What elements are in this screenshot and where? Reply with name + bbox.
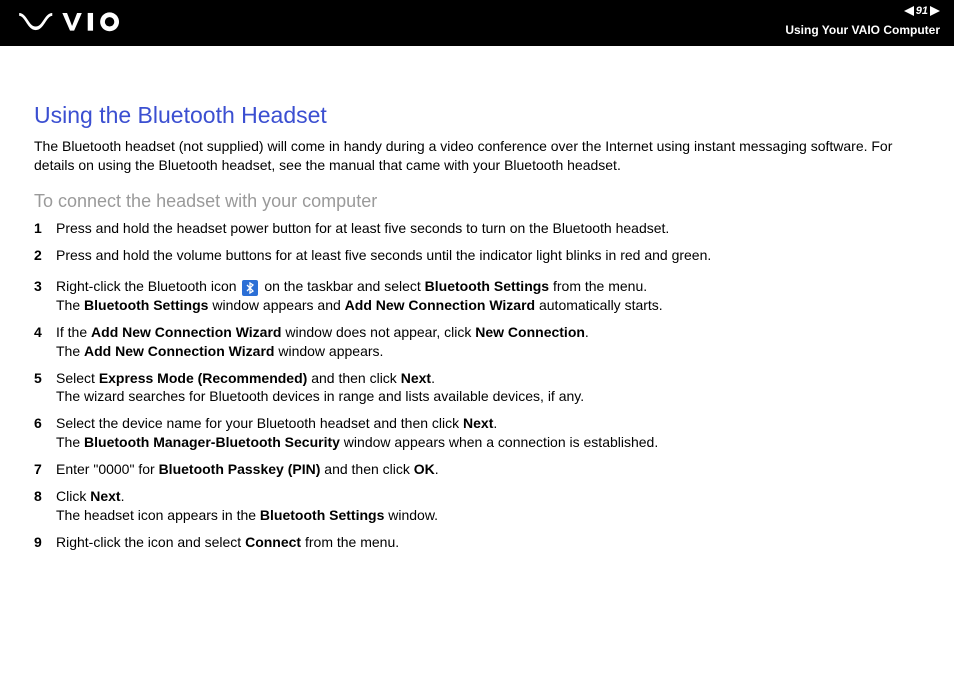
step-text: Select the device name for your Bluetoot… [56, 414, 920, 452]
step-text: Press and hold the volume buttons for at… [56, 246, 920, 265]
step-text: Enter "0000" for Bluetooth Passkey (PIN)… [56, 460, 920, 479]
intro-text: The Bluetooth headset (not supplied) wil… [34, 137, 920, 175]
step-text: Right-click the Bluetooth icon on the ta… [56, 277, 920, 315]
step-number: 7 [34, 460, 56, 479]
list-item: 4 If the Add New Connection Wizard windo… [34, 323, 920, 361]
step-number: 2 [34, 246, 56, 265]
step-text: Right-click the icon and select Connect … [56, 533, 920, 552]
step-number: 3 [34, 277, 56, 296]
step-number: 8 [34, 487, 56, 506]
bluetooth-icon [242, 280, 258, 296]
step-number: 1 [34, 219, 56, 238]
header-bar: 91 Using Your VAIO Computer [0, 0, 954, 46]
step-text: Click Next. The headset icon appears in … [56, 487, 920, 525]
page-number: 91 [916, 4, 928, 19]
list-item: 7 Enter "0000" for Bluetooth Passkey (PI… [34, 460, 920, 479]
step-number: 6 [34, 414, 56, 433]
step-text: Press and hold the headset power button … [56, 219, 920, 238]
page-nav: 91 [904, 4, 940, 19]
page-title: Using the Bluetooth Headset [34, 100, 920, 131]
step-number: 5 [34, 369, 56, 388]
step-text: If the Add New Connection Wizard window … [56, 323, 920, 361]
prev-page-arrow-icon[interactable] [904, 6, 914, 16]
steps-list: 1 Press and hold the headset power butto… [34, 219, 920, 552]
list-item: 8 Click Next. The headset icon appears i… [34, 487, 920, 525]
breadcrumb: Using Your VAIO Computer [785, 22, 940, 38]
step-number: 4 [34, 323, 56, 342]
list-item: 6 Select the device name for your Blueto… [34, 414, 920, 452]
page-content: Using the Bluetooth Headset The Bluetoot… [0, 46, 954, 552]
list-item: 3 Right-click the Bluetooth icon on the … [34, 277, 920, 315]
next-page-arrow-icon[interactable] [930, 6, 940, 16]
list-item: 2 Press and hold the volume buttons for … [34, 246, 920, 265]
list-item: 1 Press and hold the headset power butto… [34, 219, 920, 238]
subheading: To connect the headset with your compute… [34, 189, 920, 213]
list-item: 9 Right-click the icon and select Connec… [34, 533, 920, 552]
step-text: Select Express Mode (Recommended) and th… [56, 369, 920, 407]
step-number: 9 [34, 533, 56, 552]
vaio-logo [18, 10, 136, 36]
list-item: 5 Select Express Mode (Recommended) and … [34, 369, 920, 407]
